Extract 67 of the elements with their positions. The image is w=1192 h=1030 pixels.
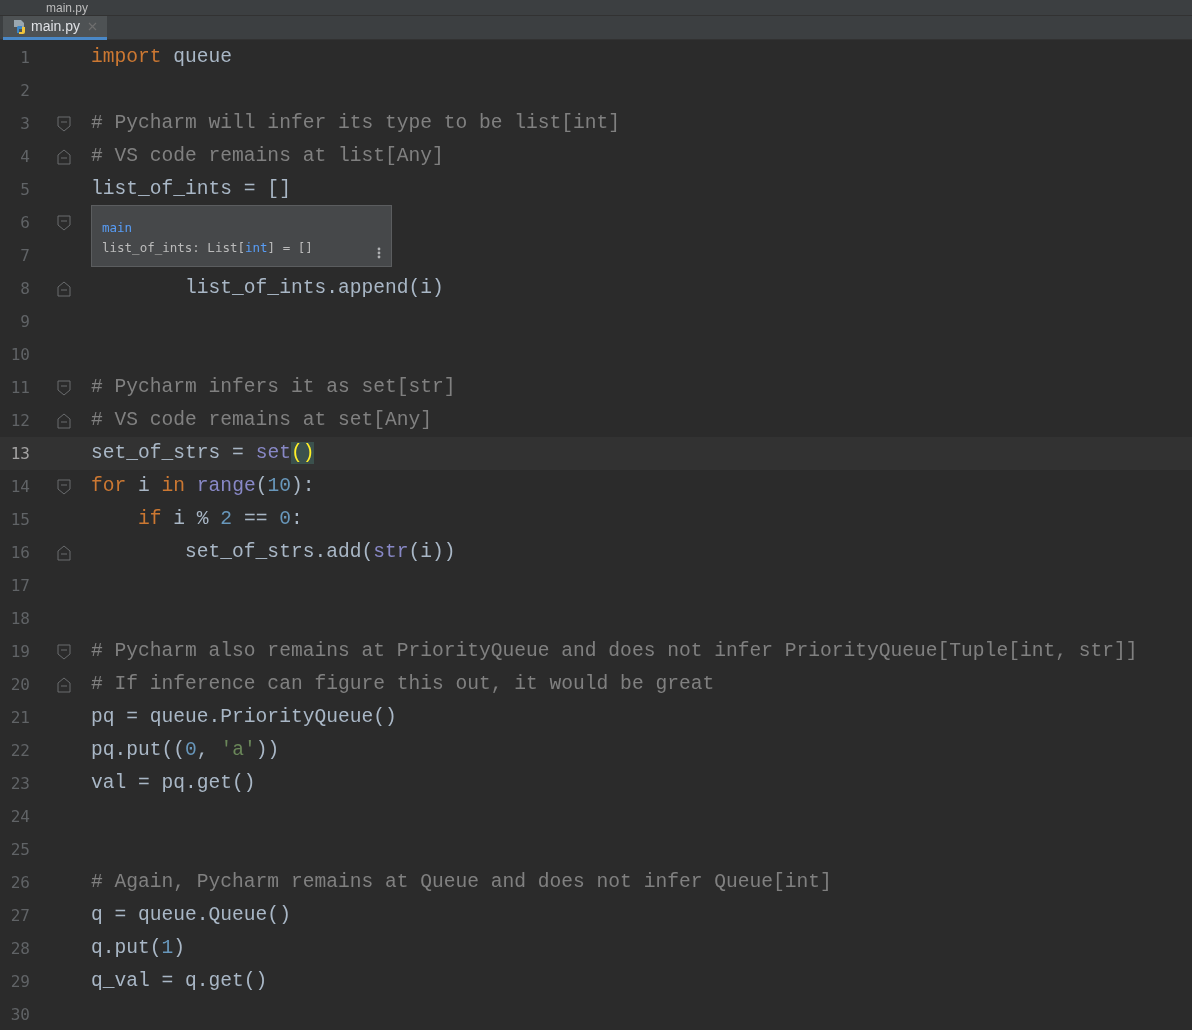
fold-marker-icon[interactable] [57,148,71,165]
line-number: 13 [9,442,30,465]
code-line: list_of_ints.append(i) [184,276,444,301]
line-number: 11 [9,376,30,399]
fold-marker-icon[interactable] [57,214,71,231]
code-line: pq = queue.PriorityQueue() [90,705,397,730]
line-number: 26 [9,871,30,894]
line-number: 29 [9,970,30,993]
line-number: 1 [19,46,30,69]
fold-marker-icon[interactable] [57,676,71,693]
line-number: 7 [19,244,30,267]
code-line: val = pq.get() [90,771,256,796]
fold-marker-icon[interactable] [57,544,71,561]
code-line: if i % 2 == 0: [137,507,303,532]
line-number: 6 [19,211,30,234]
code-line: # Pycharm will infer its type to be list[int] [90,111,621,136]
type-signature: list_of_ints: List[int] = [] [102,239,313,257]
code-line: pq.put((0, 'a')) [90,738,280,763]
code-line: list_of_ints = [] [90,177,291,202]
code-line: import queue [90,45,233,70]
line-number: 2 [19,79,30,102]
line-number: 14 [9,475,30,498]
line-number: 5 [19,178,30,201]
line-number: 17 [9,574,30,597]
module-link[interactable]: main [102,218,133,238]
code-line: q = queue.Queue() [90,903,291,928]
breadcrumb-file[interactable]: main.py [46,0,89,15]
code-line: # Pycharm also remains at PriorityQueue and does not infer PriorityQueue[Tuple[int, str]] [90,639,1138,664]
line-number: 16 [9,541,30,564]
line-number: 4 [19,145,30,168]
fold-marker-icon[interactable] [57,115,71,132]
line-number: 12 [9,409,30,432]
more-options-icon[interactable] [377,247,381,259]
line-number: 30 [9,1003,30,1026]
fold-marker-icon[interactable] [57,379,71,396]
code-line: set_of_strs = set() [90,441,315,466]
code-line: # Again, Pycharm remains at Queue and does not infer Queue[int] [90,870,832,895]
fold-marker-icon[interactable] [57,643,71,660]
python-file-icon [13,18,27,35]
line-number: 22 [9,739,30,762]
code-line: # VS code remains at list[Any] [90,144,444,169]
line-number: 19 [9,640,30,663]
line-number: 10 [9,343,30,366]
fold-marker-icon[interactable] [57,412,71,429]
line-number: 18 [9,607,30,630]
line-number: 25 [9,838,30,861]
code-line: # VS code remains at set[Any] [90,408,432,433]
line-number: 3 [19,112,30,135]
code-line: # If inference can figure this out, it would be great [90,672,715,697]
code-line: q.put(1) [90,936,186,961]
fold-marker-icon[interactable] [57,478,71,495]
line-number: 9 [19,310,30,333]
line-number: 24 [9,805,30,828]
line-number: 8 [19,277,30,300]
code-line: for i in range(10): [90,474,315,499]
line-number: 15 [9,508,30,531]
code-line: q_val = q.get() [90,969,268,994]
fold-marker-icon[interactable] [57,280,71,297]
line-number: 20 [9,673,30,696]
close-icon[interactable] [88,22,98,31]
line-number: 23 [9,772,30,795]
line-number: 28 [9,937,30,960]
line-number: 27 [9,904,30,927]
line-number: 21 [9,706,30,729]
editor-tab[interactable]: main.py [3,16,108,40]
code-line: # Pycharm infers it as set[str] [90,375,456,400]
code-line: set_of_strs.add(str(i)) [184,540,456,565]
